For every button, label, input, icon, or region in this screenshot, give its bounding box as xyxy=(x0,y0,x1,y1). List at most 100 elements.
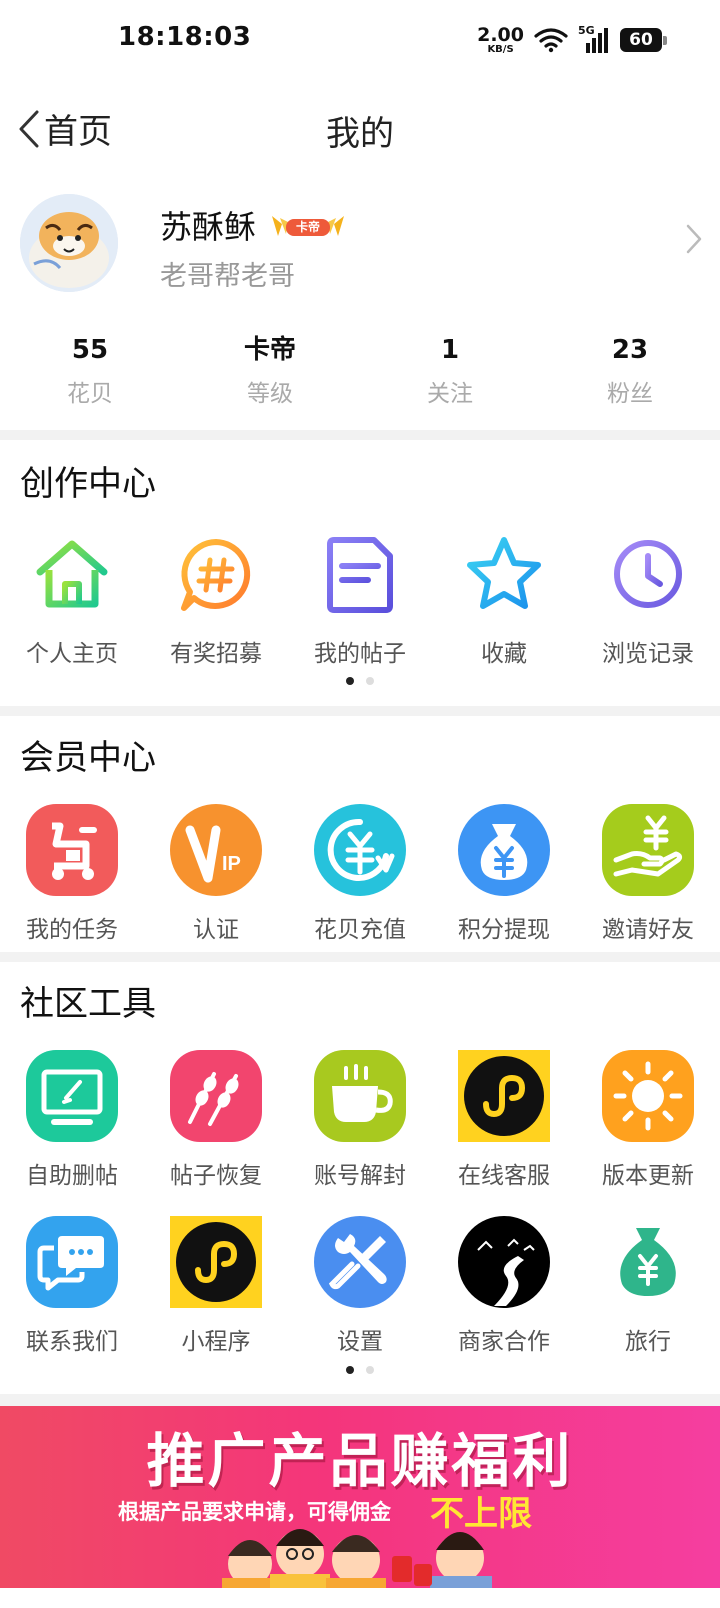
profile-card[interactable]: 苏酥稣 卡帝 老哥帮老哥 xyxy=(0,188,720,298)
cellular-signal-icon: 5G xyxy=(578,24,610,54)
page-indicator xyxy=(0,1366,720,1374)
tool-label: 在线客服 xyxy=(458,1163,550,1189)
member-item-verify[interactable]: IP 认证 xyxy=(144,804,288,944)
tool-account-unban[interactable]: 账号解封 xyxy=(288,1050,432,1190)
member-item-label: 邀请好友 xyxy=(602,917,694,943)
member-item-invite[interactable]: 邀请好友 xyxy=(576,804,720,944)
page-dot xyxy=(366,1366,374,1374)
stat-value: 23 xyxy=(611,335,649,365)
page-dot-active xyxy=(346,677,354,685)
cup-icon xyxy=(314,1050,406,1142)
creation-item-history[interactable]: 浏览记录 xyxy=(576,528,720,668)
stat-fans[interactable]: 23 粉丝 xyxy=(540,332,720,412)
stats-row: 55 花贝 卡帝 等级 1 关注 23 粉丝 xyxy=(0,332,720,412)
monitor-icon xyxy=(26,1050,118,1142)
tool-label: 账号解封 xyxy=(314,1163,406,1189)
creation-item-label: 个人主页 xyxy=(26,641,118,667)
tool-label: 帖子恢复 xyxy=(170,1163,262,1189)
tool-travel[interactable]: 旅行 xyxy=(576,1216,720,1356)
stat-level[interactable]: 卡帝 等级 xyxy=(180,332,360,412)
creation-item-recruit[interactable]: 有奖招募 xyxy=(144,528,288,668)
section-divider xyxy=(0,430,720,440)
avatar[interactable] xyxy=(20,194,118,292)
recharge-icon xyxy=(314,804,406,896)
wifi-icon xyxy=(534,28,568,53)
tool-label: 联系我们 xyxy=(26,1329,118,1355)
tool-contact-us[interactable]: 联系我们 xyxy=(0,1216,144,1356)
tool-mini-program[interactable]: 小程序 xyxy=(144,1216,288,1356)
svg-text:IP: IP xyxy=(222,853,241,875)
battery-level: 60 xyxy=(629,30,653,50)
task-icon xyxy=(26,804,118,896)
member-item-label: 认证 xyxy=(193,917,239,943)
status-bar: 18:18:03 2.00 KB/S 5G 60 xyxy=(0,0,720,82)
promo-banner[interactable]: 推广产品赚福利 根据产品要求申请，可得佣金 不上限 xyxy=(0,1406,720,1588)
section-divider xyxy=(0,1394,720,1406)
battery-icon: 60 xyxy=(620,28,667,52)
member-center-row: 我的任务 IP 认证 花贝充值 积分提现 邀请好友 xyxy=(0,804,720,944)
road-icon xyxy=(458,1216,550,1308)
creation-item-home[interactable]: 个人主页 xyxy=(0,528,144,668)
section-title-member: 会员中心 xyxy=(20,738,156,778)
level-badge-label: 卡帝 xyxy=(295,220,320,234)
creation-item-label: 我的帖子 xyxy=(314,641,406,667)
tool-settings[interactable]: 设置 xyxy=(288,1216,432,1356)
creation-item-posts[interactable]: 我的帖子 xyxy=(288,528,432,668)
page-indicator xyxy=(0,677,720,685)
skewer-icon xyxy=(170,1050,262,1142)
stat-huabei[interactable]: 55 花贝 xyxy=(0,332,180,412)
member-item-label: 花贝充值 xyxy=(314,917,406,943)
tool-business-cooperation[interactable]: 商家合作 xyxy=(432,1216,576,1356)
tool-version-update[interactable]: 版本更新 xyxy=(576,1050,720,1190)
home-icon xyxy=(36,540,108,608)
banner-illustration xyxy=(222,1529,492,1588)
section-title-creation: 创作中心 xyxy=(20,464,156,504)
stat-following[interactable]: 1 关注 xyxy=(360,332,540,412)
creation-item-label: 收藏 xyxy=(481,641,527,667)
stat-label: 关注 xyxy=(427,381,473,407)
stat-label: 粉丝 xyxy=(607,381,653,407)
tool-label: 小程序 xyxy=(181,1329,251,1355)
member-item-label: 积分提现 xyxy=(458,917,550,943)
wrench-icon xyxy=(314,1216,406,1308)
section-divider xyxy=(0,706,720,716)
tool-label: 商家合作 xyxy=(458,1329,550,1355)
top-nav: 首页 我的 xyxy=(0,92,720,164)
section-title-tools: 社区工具 xyxy=(20,984,156,1024)
creation-item-favorites[interactable]: 收藏 xyxy=(432,528,576,668)
member-item-label: 我的任务 xyxy=(26,917,118,943)
star-icon xyxy=(467,537,541,609)
creation-item-label: 浏览记录 xyxy=(602,641,694,667)
tool-label: 自助删帖 xyxy=(26,1163,118,1189)
member-item-tasks[interactable]: 我的任务 xyxy=(0,804,144,944)
tool-self-delete[interactable]: 自助删帖 xyxy=(0,1050,144,1190)
tool-label: 设置 xyxy=(337,1329,383,1355)
chat-icon xyxy=(26,1216,118,1308)
member-item-withdraw[interactable]: 积分提现 xyxy=(432,804,576,944)
community-tools-row-1: 自助删帖 帖子恢复 账号解封 在线客服 版本更新 xyxy=(0,1050,720,1190)
tool-online-service[interactable]: 在线客服 xyxy=(432,1050,576,1190)
level-badge: 卡帝 xyxy=(268,210,348,246)
network-speed: 2.00 KB/S xyxy=(477,23,524,55)
network-speed-value: 2.00 xyxy=(477,23,524,46)
document-icon xyxy=(327,537,393,613)
chevron-right-icon xyxy=(686,224,702,254)
sun-icon xyxy=(602,1050,694,1142)
username: 苏酥稣 xyxy=(160,208,257,246)
money-bag-icon xyxy=(458,804,550,896)
status-time: 18:18:03 xyxy=(118,22,252,52)
signature: 老哥帮老哥 xyxy=(160,261,295,292)
tool-post-restore[interactable]: 帖子恢复 xyxy=(144,1050,288,1190)
page-dot-active xyxy=(346,1366,354,1374)
creation-item-label: 有奖招募 xyxy=(170,641,262,667)
stat-value: 卡帝 xyxy=(243,335,296,365)
stat-value: 1 xyxy=(440,335,460,365)
tool-label: 版本更新 xyxy=(602,1163,694,1189)
community-tools-row-2: 联系我们 小程序 设置 商家合作 旅行 xyxy=(0,1216,720,1356)
member-item-recharge[interactable]: 花贝充值 xyxy=(288,804,432,944)
stat-label: 花贝 xyxy=(67,381,113,407)
money-bag-icon xyxy=(620,1228,676,1296)
stat-label: 等级 xyxy=(247,381,293,407)
status-icons: 2.00 KB/S 5G 60 xyxy=(477,23,667,56)
page-title: 我的 xyxy=(326,114,394,154)
